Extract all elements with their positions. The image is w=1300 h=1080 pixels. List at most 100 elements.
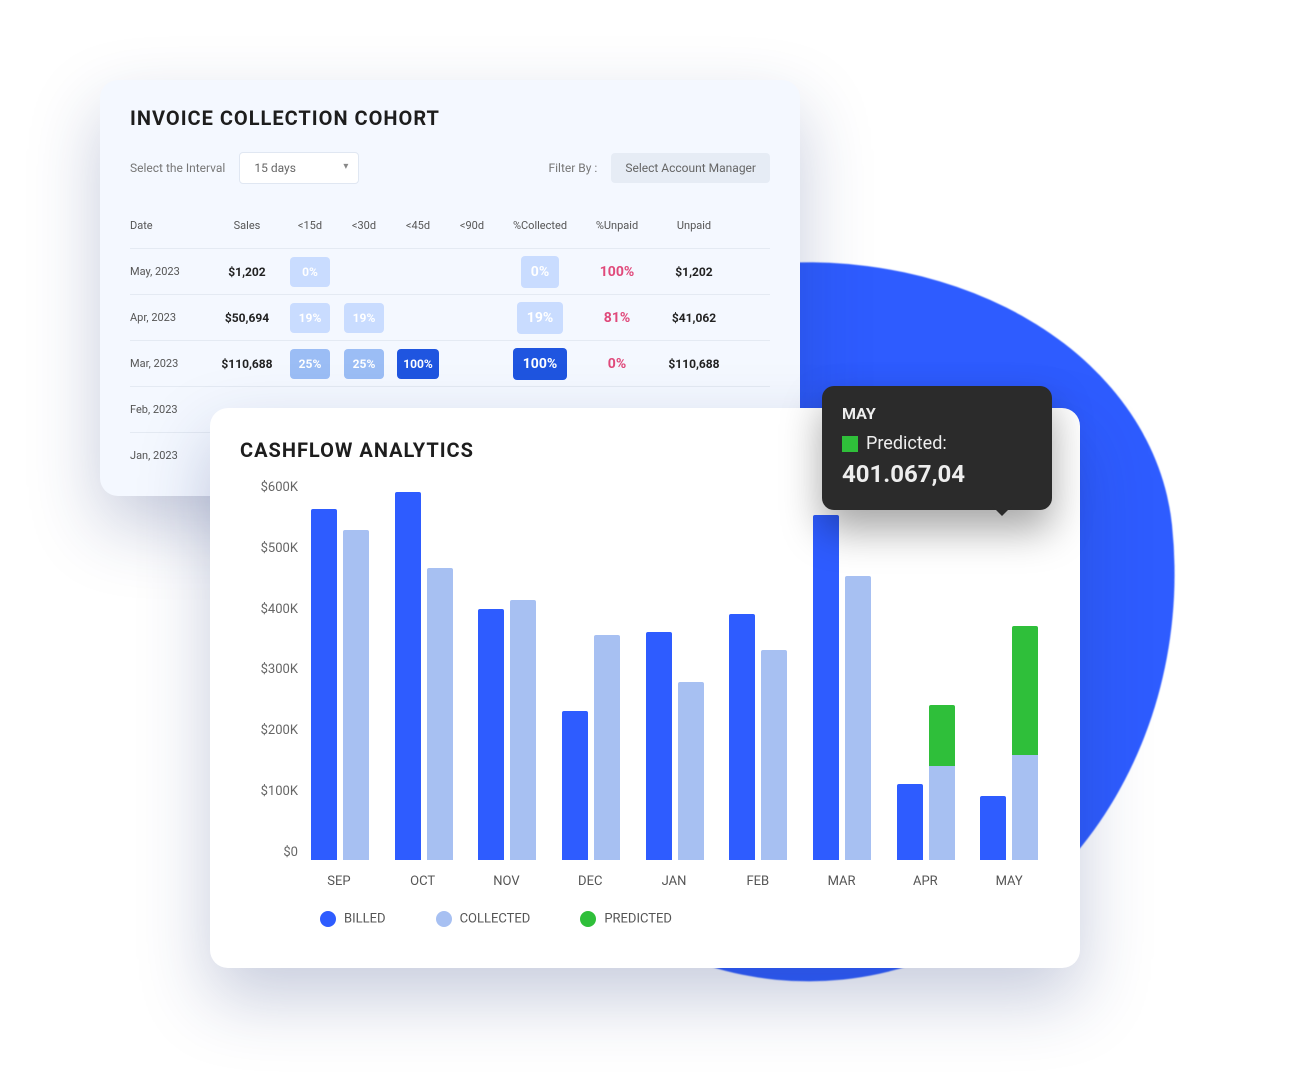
cohort-table-header: Date Sales <15d <30d <45d <90d %Collecte… (130, 202, 770, 248)
cell-pct-collected: 19% (500, 302, 580, 334)
filter-label: Filter By : (548, 161, 597, 175)
bar-group (560, 480, 622, 860)
col-15d: <15d (284, 219, 336, 232)
bar-billed[interactable] (729, 614, 755, 860)
legend-billed-label: BILLED (344, 911, 386, 926)
bar-group (644, 480, 706, 860)
col-45d: <45d (392, 219, 444, 232)
x-tick: OCT (392, 874, 454, 889)
bar-collected-predicted[interactable] (929, 705, 955, 860)
dot-predicted-icon (580, 911, 596, 927)
cohort-title: INVOICE COLLECTION COHORT (130, 106, 770, 130)
y-tick: $400K (240, 602, 298, 617)
y-tick: $0 (240, 845, 298, 860)
chart-plot-area (298, 480, 1050, 860)
table-row: Apr, 2023$50,69419%19%19%81%$41,062 (130, 294, 770, 340)
legend-predicted-label: PREDICTED (604, 911, 672, 926)
account-manager-dropdown[interactable]: Select Account Manager (611, 153, 770, 183)
cell-sales: $110,688 (212, 357, 282, 371)
x-tick: MAR (811, 874, 873, 889)
col-unpaid: Unpaid (654, 219, 734, 232)
bar-billed[interactable] (813, 515, 839, 860)
bar-collected[interactable] (845, 576, 871, 860)
cashflow-chart: $0$100K$200K$300K$400K$500K$600K (240, 480, 1050, 860)
x-tick: MAY (978, 874, 1040, 889)
bar-billed[interactable] (478, 609, 504, 860)
bar-group (895, 480, 957, 860)
cell-sales: $50,694 (212, 311, 282, 325)
x-tick: APR (894, 874, 956, 889)
dot-billed-icon (320, 911, 336, 927)
bar-group (309, 480, 371, 860)
cell-15d: 19% (284, 303, 336, 333)
legend-collected: COLLECTED (436, 911, 531, 927)
bar-billed[interactable] (646, 632, 672, 860)
bar-group (811, 480, 873, 860)
interval-dropdown[interactable]: 15 days (239, 152, 359, 184)
bar-billed[interactable] (395, 492, 421, 860)
bar-billed[interactable] (311, 509, 337, 860)
bar-predicted-segment (929, 705, 955, 766)
tooltip-month: MAY (842, 404, 1032, 423)
bar-billed[interactable] (897, 784, 923, 860)
cell-pct-collected: 100% (500, 348, 580, 380)
bar-billed[interactable] (562, 711, 588, 860)
interval-value: 15 days (254, 161, 296, 175)
y-tick: $100K (240, 784, 298, 799)
bar-collected-predicted[interactable] (1012, 626, 1038, 860)
dot-collected-icon (436, 911, 452, 927)
tooltip-swatch-icon (842, 436, 858, 452)
chart-legend: BILLED COLLECTED PREDICTED (320, 911, 1050, 927)
cell-unpaid: $110,688 (654, 357, 734, 371)
cell-date: Mar, 2023 (130, 357, 210, 370)
tooltip-value: 401.067,04 (842, 460, 1032, 488)
bar-group (727, 480, 789, 860)
cell-30d: 19% (338, 303, 390, 333)
cohort-controls: Select the Interval 15 days Filter By : … (130, 152, 770, 184)
bar-predicted-segment (1012, 626, 1038, 755)
y-tick: $200K (240, 723, 298, 738)
bar-collected[interactable] (510, 600, 536, 860)
x-tick: NOV (476, 874, 538, 889)
col-90d: <90d (446, 219, 498, 232)
x-tick: DEC (559, 874, 621, 889)
table-row: Mar, 2023$110,68825%25%100%100%0%$110,68… (130, 340, 770, 386)
cell-pct-unpaid: 100% (582, 264, 652, 280)
cell-date: Feb, 2023 (130, 403, 210, 416)
bar-collected[interactable] (594, 635, 620, 860)
y-axis: $0$100K$200K$300K$400K$500K$600K (240, 480, 298, 860)
cell-15d: 25% (284, 349, 336, 379)
cell-pct-unpaid: 81% (582, 310, 652, 326)
y-tick: $600K (240, 480, 298, 495)
bar-collected[interactable] (427, 568, 453, 860)
bar-group (476, 480, 538, 860)
bar-collected-segment (1012, 755, 1038, 860)
bar-collected[interactable] (678, 682, 704, 860)
filter-value: Select Account Manager (625, 161, 756, 175)
cell-date: Apr, 2023 (130, 311, 210, 324)
legend-predicted: PREDICTED (580, 911, 672, 927)
bar-group (393, 480, 455, 860)
col-sales: Sales (212, 219, 282, 232)
cell-sales: $1,202 (212, 265, 282, 279)
col-unpaid-pct: %Unpaid (582, 219, 652, 232)
x-tick: SEP (308, 874, 370, 889)
cell-unpaid: $1,202 (654, 265, 734, 279)
cell-45d: 100% (392, 349, 444, 379)
cell-pct-unpaid: 0% (582, 356, 652, 372)
col-date: Date (130, 219, 210, 232)
x-tick: JAN (643, 874, 705, 889)
col-collected: %Collected (500, 219, 580, 232)
bar-billed[interactable] (980, 796, 1006, 860)
x-tick: FEB (727, 874, 789, 889)
bar-collected[interactable] (343, 530, 369, 860)
y-tick: $500K (240, 541, 298, 556)
x-axis: SEP OCT NOV DEC JAN FEB MAR APR MAY (298, 860, 1050, 889)
cell-date: Jan, 2023 (130, 449, 210, 462)
cell-30d: 25% (338, 349, 390, 379)
cell-unpaid: $41,062 (654, 311, 734, 325)
cell-15d: 0% (284, 257, 336, 287)
tooltip-series-label: Predicted: (866, 433, 947, 454)
table-row: May, 2023$1,2020%0%100%$1,202 (130, 248, 770, 294)
bar-collected[interactable] (761, 650, 787, 860)
